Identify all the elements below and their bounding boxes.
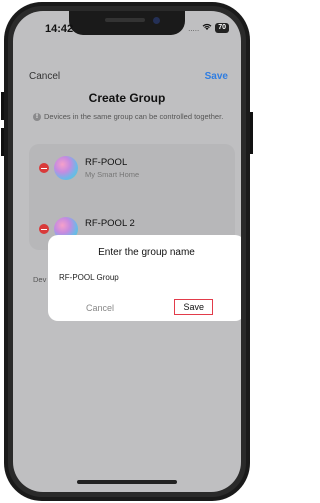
group-name-input[interactable]	[59, 270, 234, 284]
device-home: My Smart Home	[85, 170, 140, 179]
dialog-cancel-button[interactable]: Cancel	[86, 303, 114, 313]
screen: 14:42 ..... 70 Cancel Save Create Group …	[13, 11, 241, 492]
status-time: 14:42	[45, 23, 74, 35]
power-button	[250, 112, 253, 154]
dialog-save-button[interactable]: Save	[174, 299, 213, 315]
phone-frame: 14:42 ..... 70 Cancel Save Create Group …	[1, 2, 253, 501]
info-row: ! Devices in the same group can be contr…	[33, 112, 223, 121]
page-title: Create Group	[88, 91, 166, 105]
device-name: RF-POOL	[85, 157, 128, 168]
home-indicator[interactable]	[77, 480, 177, 484]
volume-up-button	[1, 92, 4, 120]
notch	[69, 11, 185, 35]
wifi-icon	[202, 23, 212, 33]
device-icon	[54, 156, 78, 180]
speaker	[105, 18, 145, 22]
remove-device-button[interactable]	[39, 224, 49, 234]
front-camera	[153, 17, 160, 24]
section-label: Dev	[33, 275, 47, 284]
device-name: RF-POOL 2	[85, 217, 135, 229]
info-text: Devices in the same group can be control…	[44, 112, 224, 121]
remove-device-button[interactable]	[39, 163, 49, 173]
status-icons: ..... 70	[188, 23, 229, 33]
volume-down-button	[1, 128, 4, 156]
dialog-title: Enter the group name	[98, 247, 195, 258]
list-item: RF-POOL My Smart Home	[39, 156, 139, 180]
cancel-button[interactable]: Cancel	[29, 71, 60, 82]
signal-indicator: .....	[188, 23, 200, 33]
info-icon: !	[33, 112, 41, 121]
group-name-dialog: Enter the group name Cancel Save	[48, 235, 241, 321]
battery-indicator: 70	[215, 23, 229, 33]
save-button[interactable]: Save	[205, 71, 228, 82]
